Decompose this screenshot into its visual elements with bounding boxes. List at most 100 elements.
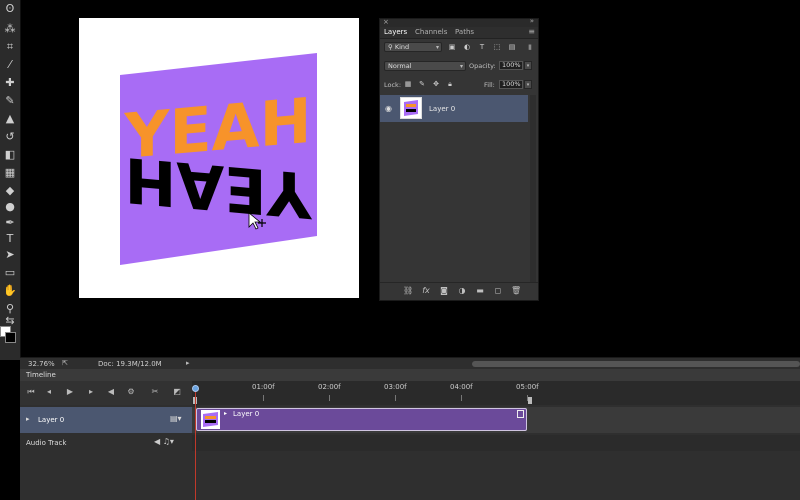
add-mask-icon[interactable]: ◙ [439,286,449,296]
close-panel-icon[interactable]: × [383,18,389,26]
filter-adjustment-icon[interactable]: ◐ [463,43,471,51]
playback-controls: ⏮ ◂ ▶ ▸ ◀ ⚙ ✂ ◩ [20,381,192,405]
clip-thumbnail [201,410,220,429]
layer-row[interactable]: ◉ Layer 0 [380,95,528,122]
layers-footer: ⛓ fx ◙ ◑ ▬ ◻ 🗑︎ [380,282,538,300]
shape-tool-icon[interactable]: ▭ [3,266,17,280]
eyedropper-tool-icon[interactable]: ⁄ [3,58,17,72]
film-strip-icon[interactable]: ▤▾ [170,414,182,423]
video-track-header[interactable]: ▸ Layer 0 ▤▾ [20,407,192,433]
ruler-tick [329,395,330,401]
swap-colors-icon[interactable]: ⇆ [3,314,17,328]
timeline-title[interactable]: Timeline [26,371,56,379]
lasso-tool-icon[interactable]: ʘ [3,2,17,16]
play-icon[interactable]: ▶ [65,387,75,397]
adjustment-layer-icon[interactable]: ◑ [457,286,467,296]
link-layers-icon[interactable]: ⛓ [403,286,413,296]
filter-pixel-icon[interactable]: ▣ [448,43,456,51]
tab-channels[interactable]: Channels [415,28,447,36]
search-icon: ⚲ [388,43,393,51]
go-to-first-frame-icon[interactable]: ⏮ [26,387,36,397]
filter-kind-select[interactable]: ⚲ Kind ▾ [384,42,442,52]
fill-dropdown[interactable]: ▾ [524,80,532,89]
filter-smart-object-icon[interactable]: ▤ [508,43,516,51]
lock-pixels-icon[interactable]: ✎ [418,80,426,88]
gradient-tool-icon[interactable]: ▦ [3,166,17,180]
audio-controls-icon[interactable]: ◀ ♫▾ [154,437,174,446]
brush-tool-icon[interactable]: ✎ [3,94,17,108]
opacity-dropdown[interactable]: ▾ [524,61,532,70]
tick-label: 04:00f [450,383,473,391]
clip-expand-icon[interactable]: ▸ [224,410,227,417]
timeline-panel: Timeline ⏮ ◂ ▶ ▸ ◀ ⚙ ✂ ◩ 01:00f 02:00f 0… [20,369,800,500]
playhead-handle[interactable] [192,385,199,392]
history-brush-tool-icon[interactable]: ↺ [3,130,17,144]
empty-lane [192,451,800,500]
healing-brush-tool-icon[interactable]: ✚ [3,76,17,90]
video-clip[interactable]: ▸ Layer 0 [196,408,527,431]
filter-toggle-icon[interactable]: ▮ [526,43,534,51]
background-color-swatch[interactable] [5,332,16,343]
filter-shape-icon[interactable]: ⬚ [493,43,501,51]
layer-name[interactable]: Layer 0 [429,105,455,113]
audio-track-name: Audio Track [26,439,67,447]
new-layer-icon[interactable]: ◻ [493,286,503,296]
lock-all-icon[interactable]: 🔒︎ [446,80,454,88]
new-group-icon[interactable]: ▬ [475,286,485,296]
mute-audio-icon[interactable]: ◀ [106,387,116,397]
path-select-tool-icon[interactable]: ➤ [3,248,17,262]
zoom-level[interactable]: 32.76% [28,360,55,368]
horizontal-scrollbar[interactable] [472,361,800,367]
artwork: YEAH YEAH [120,53,317,265]
filter-type-icon[interactable]: T [478,43,486,51]
clip-options-icon[interactable] [517,410,524,418]
hand-tool-icon[interactable]: ✋ [3,284,17,298]
audio-track-header[interactable]: Audio Track ◀ ♫▾ [20,435,192,451]
tick-label: 01:00f [252,383,275,391]
work-area-end-handle[interactable] [528,397,532,404]
tick-label: 03:00f [384,383,407,391]
tick-label: 02:00f [318,383,341,391]
transition-icon[interactable]: ◩ [172,387,182,397]
clip-name: Layer 0 [233,410,260,418]
stamp-tool-icon[interactable]: ▲ [3,112,17,126]
delete-layer-icon[interactable]: 🗑︎ [511,286,521,296]
expand-track-icon[interactable]: ▸ [26,415,30,423]
filter-kind-label: Kind [394,43,410,51]
export-icon[interactable]: ⇱ [62,359,68,367]
video-track-name: Layer 0 [38,416,65,424]
opacity-field[interactable]: 100% [499,61,523,70]
playback-settings-icon[interactable]: ⚙ [126,387,136,397]
quick-select-tool-icon[interactable]: ⁂ [3,22,17,36]
eraser-tool-icon[interactable]: ◧ [3,148,17,162]
layers-scrollbar[interactable] [530,95,536,285]
status-menu-arrow-icon[interactable]: ▸ [186,359,190,367]
split-clip-icon[interactable]: ✂ [150,387,160,397]
tools-panel: ʘ ⁂ ⌗ ⁄ ✚ ✎ ▲ ↺ ◧ ▦ ◆ ● ✒ T ➤ ▭ ✋ ⚲ ⇆ [0,0,21,360]
blur-tool-icon[interactable]: ◆ [3,184,17,198]
panel-menu-icon[interactable]: ≡ [528,27,535,36]
time-ruler[interactable]: 01:00f 02:00f 03:00f 04:00f 05:00f [192,381,800,405]
document-canvas[interactable]: YEAH YEAH [79,18,359,298]
panel-titlebar: × » [380,17,538,27]
lock-transparent-icon[interactable]: ▦ [404,80,412,88]
blend-mode-label: Normal [388,62,412,70]
audio-lane [192,435,800,451]
ruler-tick [461,395,462,401]
fill-field[interactable]: 100% [499,80,523,89]
next-frame-icon[interactable]: ▸ [86,387,96,397]
lock-position-icon[interactable]: ✥ [432,80,440,88]
crop-tool-icon[interactable]: ⌗ [3,40,17,54]
collapse-panel-icon[interactable]: » [530,17,534,25]
playhead-line [195,386,196,500]
visibility-eye-icon[interactable]: ◉ [385,104,392,113]
tab-layers[interactable]: Layers [384,28,407,36]
tab-paths[interactable]: Paths [455,28,474,36]
blend-mode-select[interactable]: Normal ▾ [384,61,466,71]
pen-tool-icon[interactable]: ✒ [3,216,17,230]
ruler-tick [395,395,396,401]
dodge-tool-icon[interactable]: ● [3,200,17,214]
layer-style-icon[interactable]: fx [421,286,431,296]
type-tool-icon[interactable]: T [3,232,17,246]
previous-frame-icon[interactable]: ◂ [44,387,54,397]
